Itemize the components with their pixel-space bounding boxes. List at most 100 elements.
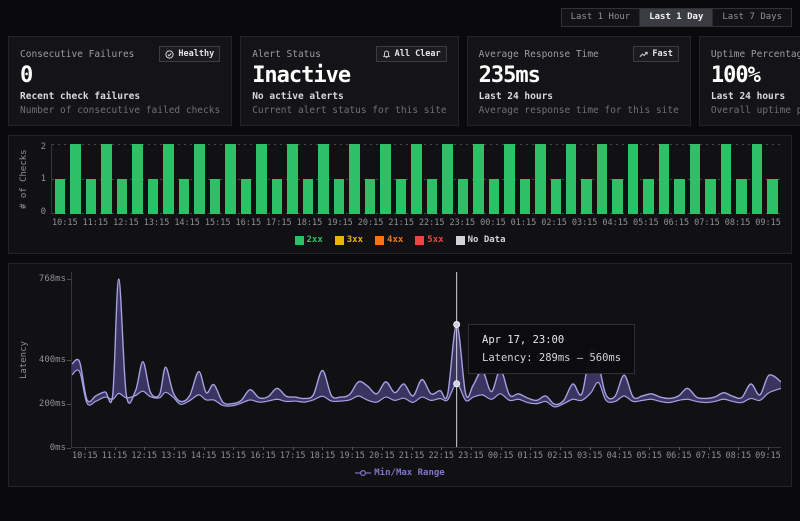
card-subtitle: Last 24 hours: [711, 91, 800, 102]
card-subtitle: Last 24 hours: [479, 91, 679, 102]
check-bar[interactable]: [489, 179, 499, 214]
card-subtitle: No active alerts: [252, 91, 446, 102]
check-bar[interactable]: [411, 144, 421, 214]
check-bar[interactable]: [256, 144, 266, 214]
check-bar[interactable]: [690, 144, 700, 214]
card-title: Uptime Percentage: [711, 49, 800, 60]
legend-item: 3xx: [335, 235, 363, 245]
tooltip-date: Apr 17, 23:00: [482, 334, 621, 346]
check-bar[interactable]: [535, 144, 545, 214]
check-bar[interactable]: [643, 179, 653, 214]
x-tick-label: 04:15: [602, 218, 628, 228]
check-bar[interactable]: [628, 144, 638, 214]
latency-tooltip: Apr 17, 23:00 Latency: 289ms – 560ms: [468, 324, 635, 374]
latency-y-axis-label: Latency: [19, 272, 33, 448]
check-bar[interactable]: [318, 144, 328, 214]
check-bar[interactable]: [659, 144, 669, 214]
check-bar[interactable]: [55, 179, 65, 214]
bell-icon: [382, 50, 391, 59]
latency-minmax-band-chart: [72, 272, 781, 447]
card-value: 0: [20, 64, 220, 88]
check-bar[interactable]: [163, 144, 173, 214]
check-bar[interactable]: [132, 144, 142, 214]
check-bar[interactable]: [272, 179, 282, 214]
check-bar[interactable]: [194, 144, 204, 214]
card-title: Consecutive Failures: [20, 49, 134, 60]
check-bar[interactable]: [210, 179, 220, 214]
x-tick-label: 23:15: [458, 451, 484, 461]
check-bar[interactable]: [674, 179, 684, 214]
checks-x-axis-labels: 10:1511:1512:1513:1514:1515:1516:1517:15…: [52, 218, 781, 228]
x-tick-label: 11:15: [83, 218, 109, 228]
check-bar[interactable]: [442, 144, 452, 214]
x-tick-label: 01:15: [518, 451, 544, 461]
check-bar[interactable]: [101, 144, 111, 214]
latency-plot-area[interactable]: Apr 17, 23:00 Latency: 289ms – 560ms: [71, 272, 781, 448]
check-bar[interactable]: [752, 144, 762, 214]
check-bar[interactable]: [566, 144, 576, 214]
latency-y-axis-ticks: 768ms400ms200ms0ms: [33, 272, 71, 448]
x-tick-label: 10:15: [72, 451, 98, 461]
check-bar[interactable]: [303, 179, 313, 214]
check-bar[interactable]: [597, 144, 607, 214]
card-subtitle: Recent check failures: [20, 91, 220, 102]
x-tick-label: 22:15: [419, 218, 445, 228]
check-bar[interactable]: [334, 179, 344, 214]
check-bar[interactable]: [473, 144, 483, 214]
x-tick-label: 17:15: [266, 218, 292, 228]
latency-max-line: [72, 279, 781, 405]
check-bar[interactable]: [458, 179, 468, 214]
crosshair-marker: [454, 322, 460, 328]
minmax-line-marker-icon: [355, 469, 371, 477]
check-bar[interactable]: [349, 144, 359, 214]
check-bar[interactable]: [736, 179, 746, 214]
check-bar[interactable]: [721, 144, 731, 214]
x-tick-label: 22:15: [428, 451, 454, 461]
check-bar[interactable]: [581, 179, 591, 214]
time-range-last-7-days-button[interactable]: Last 7 Days: [712, 9, 791, 26]
check-bar[interactable]: [70, 144, 80, 214]
card-description: Overall uptime percentage for this site: [711, 105, 800, 116]
time-range-last-1-day-button[interactable]: Last 1 Day: [639, 9, 712, 26]
legend-swatch: [415, 236, 424, 245]
checks-plot-area[interactable]: [51, 144, 781, 214]
check-bar[interactable]: [551, 179, 561, 214]
check-bar[interactable]: [117, 179, 127, 214]
latency-legend: Min/Max Range: [19, 468, 781, 478]
x-tick-label: 06:15: [666, 451, 692, 461]
check-bar[interactable]: [520, 179, 530, 214]
x-tick-label: 12:15: [113, 218, 139, 228]
badge-label: Healthy: [178, 49, 214, 59]
x-tick-label: 06:15: [664, 218, 690, 228]
check-bar[interactable]: [504, 144, 514, 214]
check-bar[interactable]: [225, 144, 235, 214]
legend-label: 3xx: [347, 235, 363, 245]
latency-x-axis-labels: 10:1511:1512:1513:1514:1515:1516:1517:15…: [72, 451, 781, 461]
x-tick-label: 18:15: [310, 451, 336, 461]
check-bar[interactable]: [612, 179, 622, 214]
check-bar[interactable]: [427, 179, 437, 214]
x-tick-label: 00:15: [488, 451, 514, 461]
check-bar[interactable]: [179, 179, 189, 214]
check-bar[interactable]: [705, 179, 715, 214]
check-bar[interactable]: [396, 179, 406, 214]
card-uptime-percentage: Uptime Percentage On Target 100% Last 24…: [699, 36, 800, 126]
check-bar[interactable]: [241, 179, 251, 214]
latency-chart-panel: Latency 768ms400ms200ms0ms Apr 17, 23:00…: [8, 263, 792, 487]
x-tick-label: 07:15: [694, 218, 720, 228]
healthy-badge: Healthy: [159, 46, 220, 62]
minmax-legend-label: Min/Max Range: [374, 468, 444, 478]
check-bar[interactable]: [287, 144, 297, 214]
check-bar[interactable]: [148, 179, 158, 214]
check-bar[interactable]: [86, 179, 96, 214]
check-bar[interactable]: [767, 179, 777, 214]
check-bar[interactable]: [380, 144, 390, 214]
y-tick-label: 200ms: [39, 399, 66, 409]
check-bar[interactable]: [365, 179, 375, 214]
card-description: Average response time for this site: [479, 105, 679, 116]
legend-swatch: [456, 236, 465, 245]
legend-label: 4xx: [387, 235, 403, 245]
x-tick-label: 13:15: [144, 218, 170, 228]
x-tick-label: 07:15: [696, 451, 722, 461]
time-range-last-1-hour-button[interactable]: Last 1 Hour: [562, 9, 640, 26]
